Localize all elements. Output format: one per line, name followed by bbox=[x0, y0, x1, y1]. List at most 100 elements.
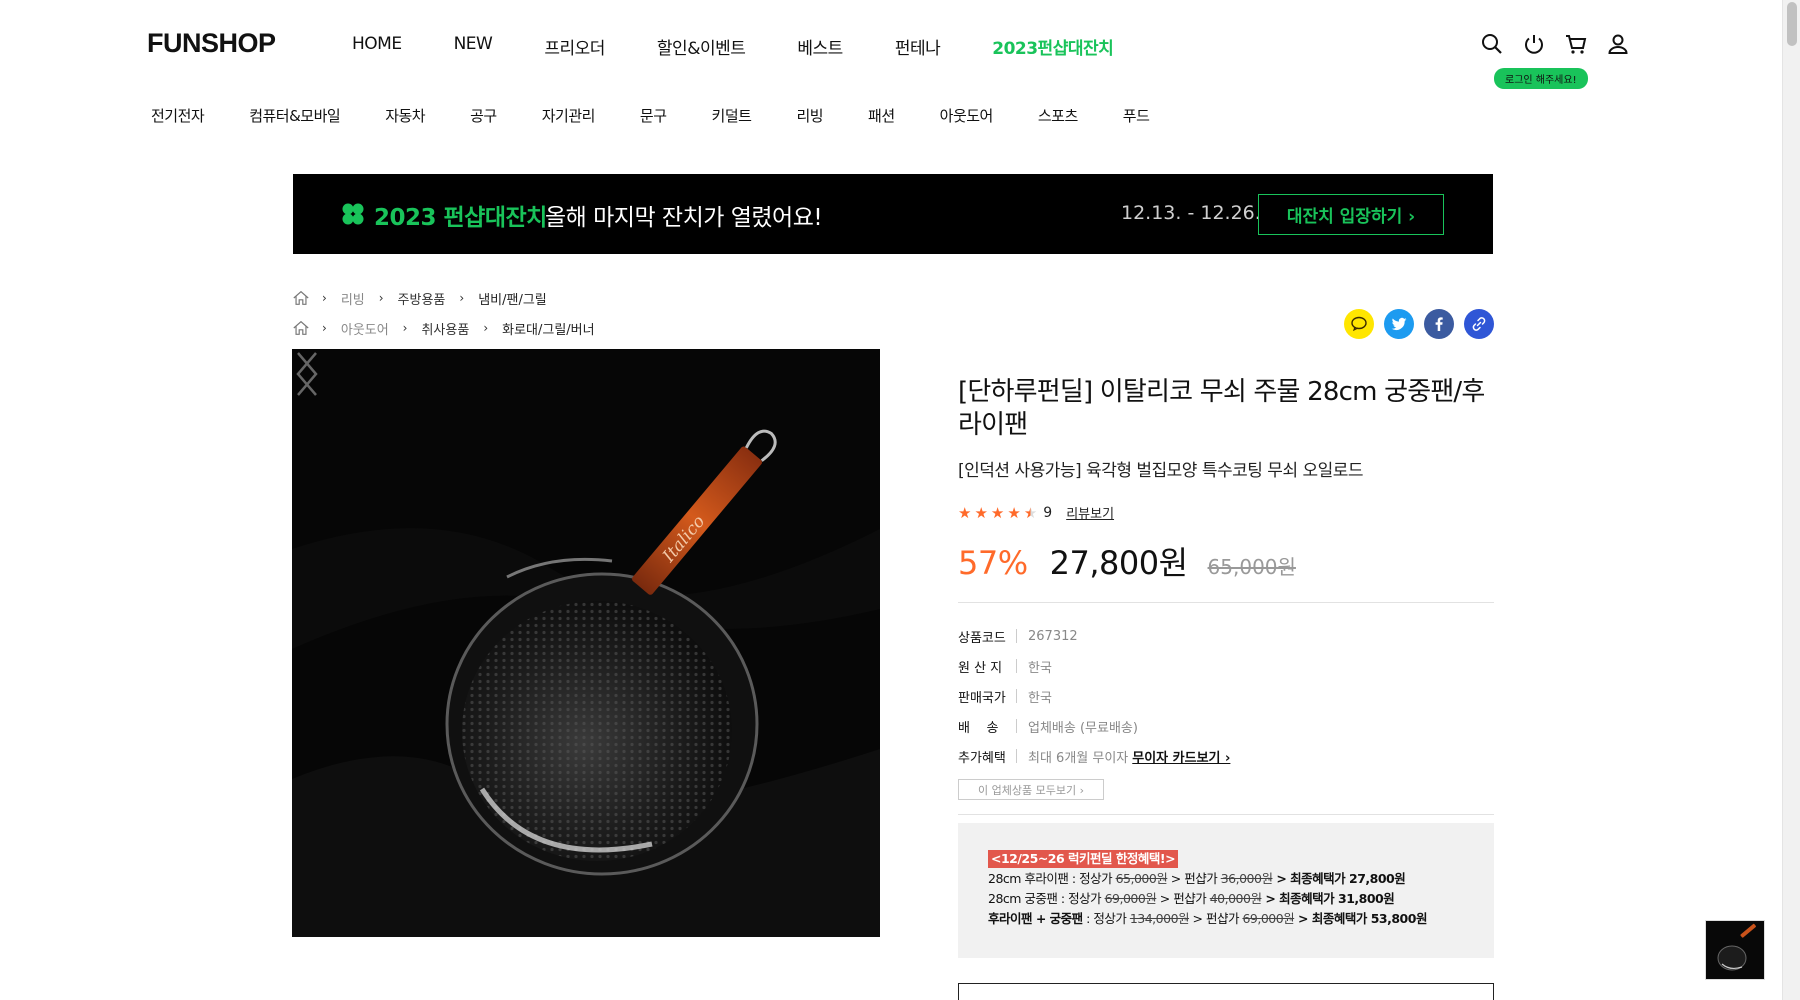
chevron-right-icon: › bbox=[322, 321, 327, 335]
nav-funtenna[interactable]: 펀테나 bbox=[895, 34, 941, 59]
site-logo[interactable]: FUNSHOP bbox=[147, 28, 276, 59]
benefit-list-price: 134,000원 bbox=[1129, 911, 1190, 926]
star-rating: ★ ★ ★ ★ ★ bbox=[958, 504, 1037, 522]
star-icon: ★ bbox=[958, 503, 972, 522]
kakao-icon bbox=[1351, 316, 1367, 332]
star-half-icon: ★ bbox=[1023, 503, 1038, 522]
product-specs: 상품코드 267312 원 산 지 한국 판매국가 한국 배 송 업체배송 (무… bbox=[958, 621, 1494, 771]
spec-value: 한국 bbox=[1028, 690, 1052, 706]
option-select[interactable] bbox=[958, 983, 1494, 1000]
power-icon[interactable] bbox=[1522, 32, 1546, 56]
category-item[interactable]: 공구 bbox=[470, 105, 497, 126]
user-icon[interactable] bbox=[1606, 32, 1630, 56]
spec-value: 267312 bbox=[1028, 628, 1078, 644]
clover-icon bbox=[342, 203, 364, 225]
nav-preorder[interactable]: 프리오더 bbox=[544, 34, 605, 59]
copy-link-button[interactable] bbox=[1464, 309, 1494, 339]
breadcrumb: › 리빙 › 주방용품 › 냄비/팬/그릴 › 아웃도어 › 취사용품 › 화로… bbox=[292, 288, 595, 348]
benefit-shop-price: 36,000원 bbox=[1220, 871, 1273, 886]
home-icon[interactable] bbox=[292, 289, 310, 307]
category-item[interactable]: 키덜트 bbox=[712, 105, 752, 126]
recent-product-thumbnail[interactable] bbox=[1705, 920, 1765, 980]
category-item[interactable]: 문구 bbox=[640, 105, 667, 126]
nav-festival[interactable]: 2023펀샵대잔치 bbox=[992, 34, 1114, 59]
event-banner[interactable]: 2023 펀샵대잔치 올해 마지막 잔치가 열렸어요! 12.13. - 12.… bbox=[293, 174, 1493, 254]
banner-subtitle: 올해 마지막 잔치가 열렸어요! bbox=[545, 205, 823, 231]
spec-row: 상품코드 267312 bbox=[958, 621, 1494, 651]
banner-enter-button[interactable]: 대잔치 입장하기 › bbox=[1258, 194, 1444, 235]
installment-text: 최대 6개월 무이자 bbox=[1028, 750, 1129, 766]
benefit-box: <12/25~26 럭키펀딜 한정혜택!> 28cm 후라이팬 : 정상가 65… bbox=[958, 823, 1494, 958]
spec-row: 추가혜택 최대 6개월 무이자 무이자 카드보기 › bbox=[958, 741, 1494, 771]
benefit-line-prefix: 28cm 궁중팬 : 정상가 bbox=[988, 891, 1105, 906]
divider bbox=[958, 602, 1494, 603]
scrollbar-thumb[interactable] bbox=[1787, 2, 1797, 46]
category-item[interactable]: 푸드 bbox=[1123, 105, 1150, 126]
chevron-right-icon[interactable] bbox=[292, 349, 322, 399]
spec-value: 한국 bbox=[1028, 660, 1052, 676]
benefit-tag: <12/25~26 럭키펀딜 한정혜택!> bbox=[988, 850, 1179, 868]
product-image-carousel[interactable]: Italico bbox=[292, 349, 880, 937]
nav-sale-event[interactable]: 할인&이벤트 bbox=[657, 34, 746, 59]
banner-date: 12.13. - 12.26. bbox=[1121, 202, 1261, 224]
breadcrumb-link[interactable]: 냄비/팬/그릴 bbox=[478, 289, 547, 308]
spec-row: 판매국가 한국 bbox=[958, 681, 1494, 711]
twitter-share-button[interactable] bbox=[1384, 309, 1414, 339]
category-item[interactable]: 패션 bbox=[868, 105, 895, 126]
installment-card-link[interactable]: 무이자 카드보기 › bbox=[1132, 751, 1230, 766]
cart-icon[interactable] bbox=[1564, 32, 1588, 56]
view-all-seller-products-button[interactable]: 이 업체상품 모두보기 › bbox=[958, 779, 1104, 800]
nav-best[interactable]: 베스트 bbox=[797, 34, 843, 59]
benefit-list-price: 65,000원 bbox=[1115, 871, 1168, 886]
product-rating: ★ ★ ★ ★ ★ 9 리뷰보기 bbox=[958, 503, 1494, 523]
breadcrumb-link[interactable]: 취사용품 bbox=[421, 319, 469, 338]
benefit-line: 후라이팬 + 궁중팬 : 정상가 134,000원 > 펀샵가 69,000원 … bbox=[988, 909, 1464, 929]
twitter-icon bbox=[1391, 317, 1407, 331]
login-prompt-badge[interactable]: 로그인 해주세요! bbox=[1494, 68, 1588, 89]
category-item[interactable]: 자기관리 bbox=[542, 105, 596, 126]
category-item[interactable]: 아웃도어 bbox=[940, 105, 994, 126]
benefit-line-mid: > 펀샵가 bbox=[1189, 911, 1243, 926]
nav-new[interactable]: NEW bbox=[454, 34, 493, 59]
facebook-share-button[interactable] bbox=[1424, 309, 1454, 339]
chevron-right-icon: › bbox=[459, 291, 465, 305]
link-icon bbox=[1472, 317, 1486, 331]
share-buttons bbox=[1344, 309, 1494, 339]
category-item[interactable]: 스포츠 bbox=[1038, 105, 1078, 126]
category-item[interactable]: 컴퓨터&모바일 bbox=[249, 105, 341, 126]
home-icon[interactable] bbox=[292, 319, 310, 337]
breadcrumb-link[interactable]: 리빙 bbox=[341, 289, 365, 308]
banner-title: 2023 펀샵대잔치 bbox=[374, 205, 547, 231]
view-reviews-link[interactable]: 리뷰보기 bbox=[1066, 503, 1114, 522]
sale-price: 27,800원 bbox=[1049, 544, 1188, 582]
breadcrumb-link[interactable]: 화로대/그릴/버너 bbox=[502, 319, 594, 338]
page-scrollbar[interactable] bbox=[1782, 0, 1800, 1000]
search-icon[interactable] bbox=[1480, 32, 1504, 56]
spec-value: 최대 6개월 무이자 무이자 카드보기 › bbox=[1028, 747, 1230, 766]
chevron-right-icon: › bbox=[378, 291, 384, 305]
nav-home[interactable]: HOME bbox=[352, 34, 402, 59]
category-item[interactable]: 자동차 bbox=[385, 105, 425, 126]
benefit-line: 28cm 궁중팬 : 정상가 69,000원 > 펀샵가 40,000원 > 최… bbox=[988, 889, 1464, 909]
original-price: 65,000원 bbox=[1207, 555, 1296, 579]
breadcrumb-link[interactable]: 아웃도어 bbox=[341, 319, 389, 338]
star-icon: ★ bbox=[1007, 503, 1021, 522]
benefit-line-prefix: : 정상가 bbox=[1082, 911, 1130, 926]
review-count: 9 bbox=[1043, 504, 1053, 521]
spec-row: 배 송 업체배송 (무료배송) bbox=[958, 711, 1494, 741]
benefit-line-mid: > 펀샵가 bbox=[1156, 891, 1210, 906]
breadcrumb-link[interactable]: 주방용품 bbox=[398, 289, 446, 308]
spec-key: 추가혜택 bbox=[958, 750, 1006, 766]
category-item[interactable]: 리빙 bbox=[796, 105, 823, 126]
benefit-line: 28cm 후라이팬 : 정상가 65,000원 > 펀샵가 36,000원 > … bbox=[988, 869, 1464, 889]
spec-key: 원 산 지 bbox=[958, 660, 1003, 676]
spec-row: 원 산 지 한국 bbox=[958, 651, 1494, 681]
benefit-shop-price: 40,000원 bbox=[1209, 891, 1262, 906]
product-info: [단하루펀딜] 이탈리코 무쇠 주물 28cm 궁중팬/후라이팬 [인덕션 사용… bbox=[958, 376, 1494, 958]
chevron-right-icon: › bbox=[483, 321, 489, 335]
category-item[interactable]: 전기전자 bbox=[151, 105, 205, 126]
kakao-share-button[interactable] bbox=[1344, 309, 1374, 339]
breadcrumb-row: › 아웃도어 › 취사용품 › 화로대/그릴/버너 bbox=[292, 318, 595, 338]
star-icon: ★ bbox=[990, 503, 1005, 522]
category-nav: 전기전자 컴퓨터&모바일 자동차 공구 자기관리 문구 키덜트 리빙 패션 아웃… bbox=[151, 105, 1194, 126]
